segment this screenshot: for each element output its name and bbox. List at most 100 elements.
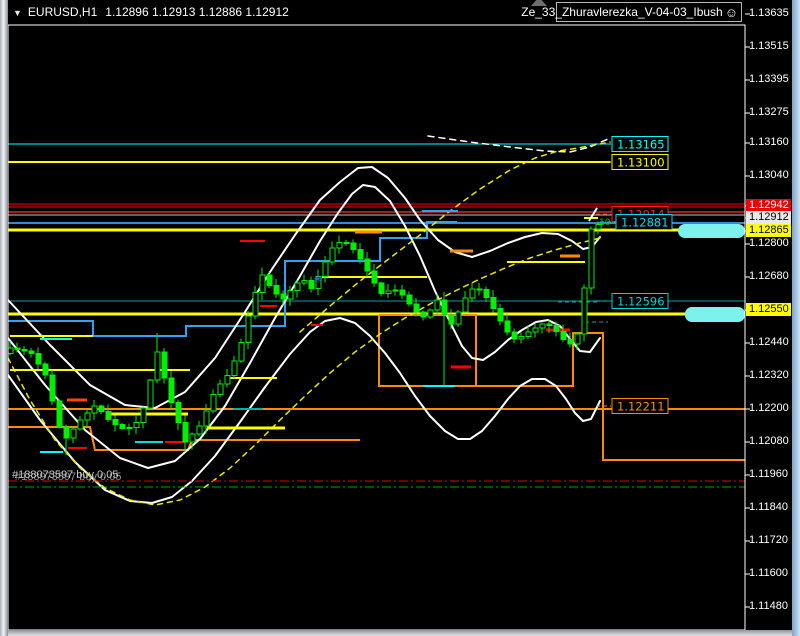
candle	[330, 248, 335, 262]
candle	[260, 275, 265, 293]
candle	[218, 384, 223, 395]
candle	[526, 332, 531, 336]
candle	[435, 300, 440, 310]
candle	[484, 289, 489, 297]
candle	[540, 324, 545, 328]
candle	[15, 348, 20, 349]
candle	[232, 361, 237, 375]
candle	[253, 293, 258, 316]
price-label-text: 1.13100	[617, 156, 665, 170]
window-edge-right	[792, 0, 800, 636]
candle	[134, 423, 139, 428]
chart-symbol-period: EURUSD,H1	[28, 5, 97, 19]
candle	[288, 290, 293, 298]
band-upper-curve	[8, 167, 600, 408]
candle	[421, 312, 426, 317]
candle	[197, 426, 202, 434]
indicator-name-box: Ze_33_Zhuravlerezka_V-04-03_Ibush☺	[556, 2, 742, 22]
candle	[71, 429, 76, 438]
candle	[120, 425, 125, 429]
candle	[428, 310, 433, 317]
smiley-icon: ☺	[725, 5, 738, 20]
candle	[533, 328, 538, 332]
candle	[449, 315, 454, 324]
candle	[498, 309, 503, 321]
price-label-text: 1.13165	[617, 138, 665, 152]
highlight-pill[interactable]	[678, 224, 745, 238]
candle	[176, 403, 181, 423]
candle	[477, 289, 482, 290]
price-axis[interactable]: 1.136351.135151.133951.132751.131601.130…	[746, 0, 791, 636]
chart-collapse-arrow[interactable]: ▼	[13, 8, 22, 18]
candle	[29, 351, 34, 354]
candle	[169, 378, 174, 403]
price-label-text: 1.12596	[617, 295, 665, 309]
candle	[190, 434, 195, 442]
candle	[519, 336, 524, 339]
chart-ohlc-values: 1.12896 1.12913 1.12886 1.12912	[105, 5, 289, 19]
window-edge-bottom	[8, 630, 792, 636]
candle	[92, 406, 97, 413]
candle	[274, 285, 279, 294]
count-marker: 10	[599, 218, 611, 228]
axis-label: 1.13395	[749, 73, 789, 86]
price-chart[interactable]: 1.131651.131001.129141.128811.125961.122…	[0, 0, 800, 636]
candle	[547, 324, 552, 325]
axis-label: 1.13515	[749, 40, 789, 53]
candle	[204, 411, 209, 426]
candle	[344, 242, 349, 243]
candle	[22, 349, 27, 350]
candle	[575, 334, 580, 344]
candle	[106, 412, 111, 420]
candle	[43, 364, 48, 375]
candle	[302, 280, 307, 283]
axis-label-highlighted: 1.12550	[746, 303, 791, 316]
axis-label: 1.11960	[749, 468, 788, 481]
candle	[379, 283, 384, 293]
chart-window: 1.131651.131001.129141.128811.125961.122…	[0, 0, 800, 636]
axis-label: 1.11720	[749, 534, 788, 547]
candle	[36, 354, 41, 365]
candle	[113, 420, 118, 425]
candle	[463, 298, 468, 312]
axis-label: 1.12440	[749, 336, 789, 349]
candle	[57, 401, 62, 427]
axis-label: 1.12080	[749, 435, 789, 448]
candle	[561, 331, 566, 339]
candle	[414, 304, 419, 312]
candle	[386, 291, 391, 294]
highlight-pill[interactable]	[685, 307, 745, 322]
candle	[351, 243, 356, 249]
candle	[491, 298, 496, 309]
candle	[50, 375, 55, 401]
plot-border	[8, 25, 745, 630]
candle	[99, 406, 104, 412]
axis-label: 1.11600	[749, 567, 788, 580]
step-line	[8, 222, 457, 336]
window-edge-left	[0, 0, 8, 636]
axis-label: 1.13275	[749, 106, 789, 119]
candle	[141, 408, 146, 423]
candle	[442, 300, 447, 315]
candle	[512, 332, 517, 339]
candle	[64, 427, 69, 438]
candle	[393, 290, 398, 291]
candle	[246, 316, 251, 343]
axis-label: 1.12680	[749, 270, 789, 283]
candle	[225, 376, 230, 384]
candle	[162, 352, 167, 378]
indicator-name: Ze_33_Zhuravlerezka_V-04-03_Ibush	[521, 5, 722, 19]
axis-label: 1.11480	[749, 600, 788, 613]
candle	[400, 290, 405, 295]
candle	[295, 283, 300, 290]
candle	[554, 325, 559, 331]
candle	[8, 348, 13, 354]
axis-label: 1.11840	[749, 501, 788, 514]
candle	[365, 259, 370, 271]
candle	[505, 321, 510, 332]
candle	[337, 242, 342, 248]
order-label: #188073597 buy 0.05	[12, 469, 118, 481]
axis-label: 1.12320	[749, 369, 789, 382]
candle	[183, 422, 188, 442]
axis-label: 1.13635	[749, 7, 789, 20]
